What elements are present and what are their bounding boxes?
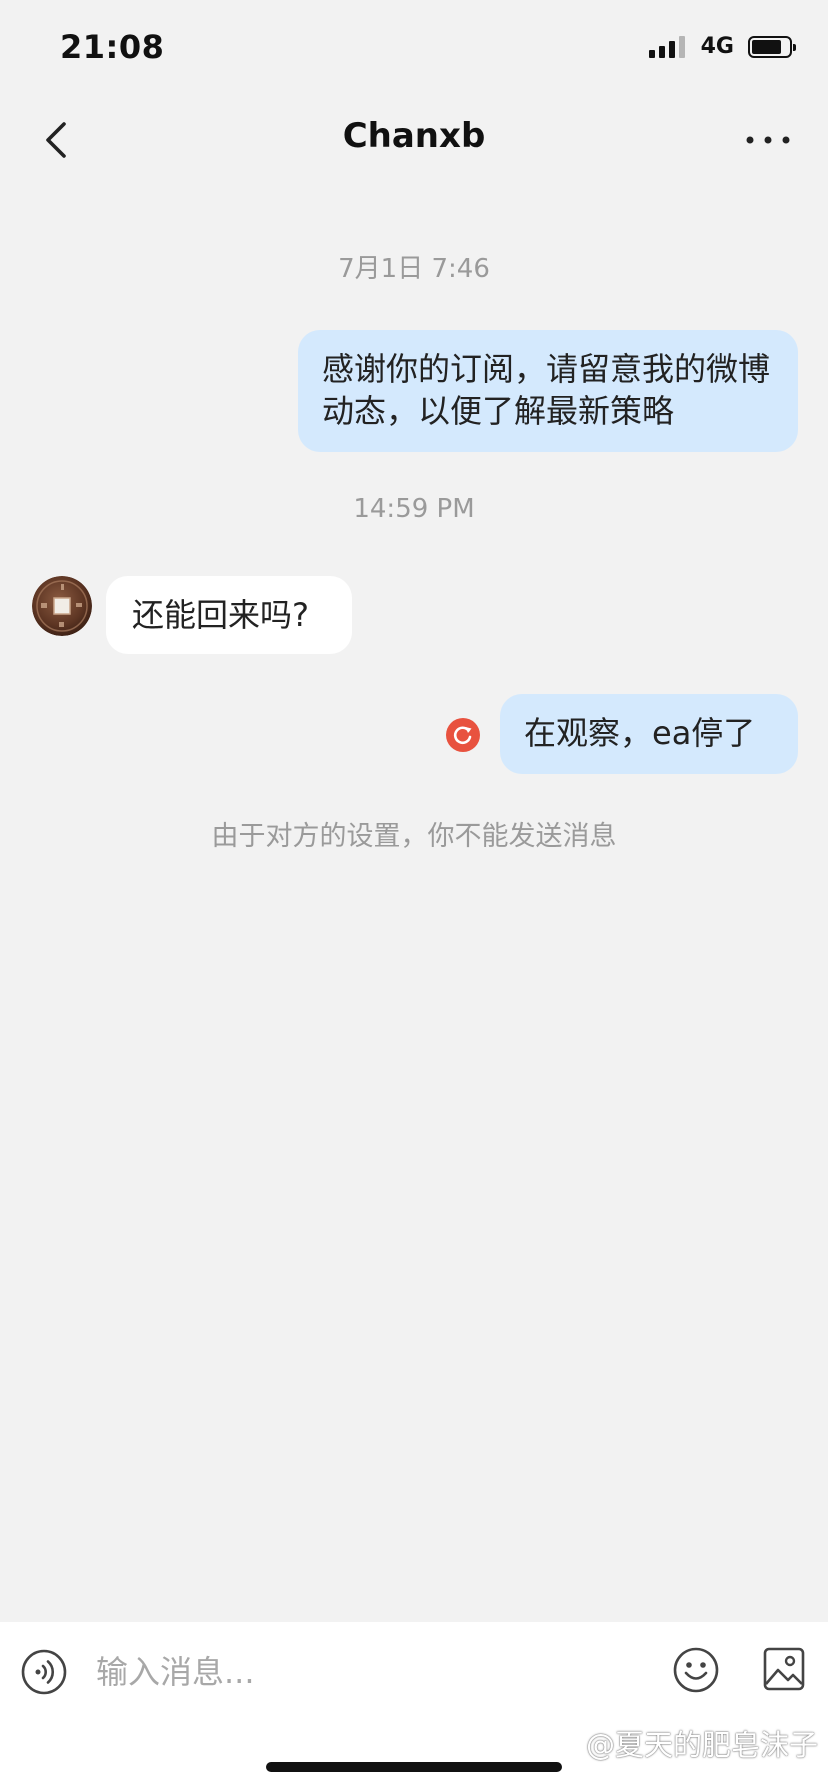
emoji-button[interactable]	[672, 1646, 720, 1694]
signal-icon	[648, 35, 685, 58]
weibo-icon	[555, 1735, 581, 1753]
status-indicators: 4G	[648, 34, 796, 59]
image-icon	[763, 1647, 805, 1691]
outgoing-message-bubble[interactable]: 在观察，ea停了	[500, 694, 798, 774]
nav-bar: Chanxb	[0, 96, 828, 184]
resend-button[interactable]	[446, 718, 480, 752]
emoji-icon	[673, 1647, 719, 1693]
battery-level	[752, 39, 781, 54]
retry-icon	[446, 718, 480, 752]
battery-icon	[748, 35, 796, 58]
page-title: Chanxb	[342, 116, 486, 156]
message-timestamp: 7月1日 7:46	[338, 254, 490, 284]
system-notice: 由于对方的设置，你不能发送消息	[211, 821, 617, 852]
more-horizontal-icon	[746, 136, 790, 144]
image-button[interactable]	[762, 1646, 806, 1692]
avatar[interactable]	[32, 576, 92, 636]
home-indicator[interactable]	[266, 1762, 562, 1772]
incoming-message-bubble[interactable]: 还能回来吗?	[106, 576, 352, 654]
status-time: 21:08	[60, 28, 165, 66]
watermark-text: @夏天的肥皂沫子	[585, 1728, 818, 1762]
message-text: 还能回来吗?	[132, 596, 309, 634]
voice-icon	[21, 1649, 67, 1695]
network-type: 4G	[700, 34, 734, 59]
outgoing-message-bubble[interactable]: 感谢你的订阅，请留意我的微博动态，以便了解最新策略	[298, 330, 798, 452]
message-timestamp: 14:59 PM	[353, 494, 475, 524]
more-options-button[interactable]	[738, 116, 798, 164]
status-bar: 21:08 4G	[0, 0, 828, 96]
voice-button[interactable]	[20, 1648, 68, 1696]
message-text: 感谢你的订阅，请留意我的微博动态，以便了解最新策略	[322, 350, 771, 430]
message-input[interactable]	[96, 1642, 556, 1702]
watermark: @夏天的肥皂沫子	[555, 1722, 818, 1764]
coin-avatar-icon	[32, 576, 92, 636]
message-text: 在观察，ea停了	[524, 714, 756, 752]
